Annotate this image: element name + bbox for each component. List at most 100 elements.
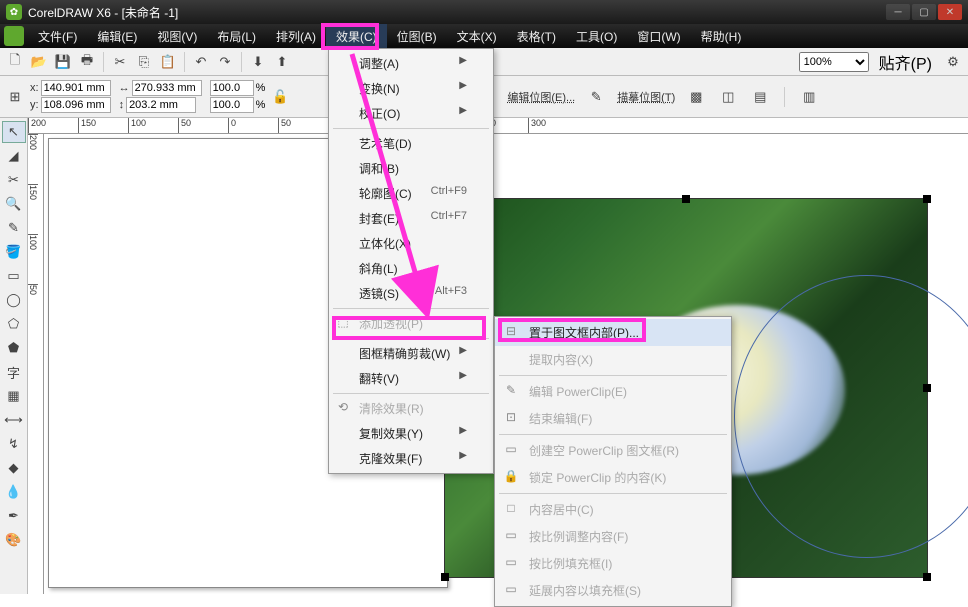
- menu-table[interactable]: 表格(T): [507, 24, 566, 49]
- snap-label[interactable]: 贴齐(P): [879, 50, 932, 74]
- menu-edit[interactable]: 编辑(E): [87, 24, 147, 49]
- cut-button[interactable]: ✂: [109, 51, 131, 73]
- selection-handle[interactable]: [923, 384, 931, 392]
- effects-dropdown: 调整(A)▶变换(N)▶校正(O)▶ 艺术笔(D)调和(B)轮廓图(C)Ctrl+…: [328, 48, 494, 474]
- freehand-tool[interactable]: ✎: [2, 217, 26, 239]
- save-button[interactable]: 💾: [52, 51, 74, 73]
- vertical-ruler: 20015010050: [28, 134, 44, 594]
- connector-tool[interactable]: ↯: [2, 433, 26, 455]
- crop-tool[interactable]: ✂: [2, 169, 26, 191]
- selection-handle[interactable]: [923, 573, 931, 581]
- app-logo-icon: ✿: [6, 4, 22, 20]
- menuitem[interactable]: 校正(O)▶: [329, 101, 493, 126]
- menuitem[interactable]: 透镜(S)Alt+F3: [329, 281, 493, 306]
- menuitem[interactable]: 变换(N)▶: [329, 76, 493, 101]
- horizontal-ruler: 20015010050050100150200250300: [28, 118, 968, 134]
- print-button[interactable]: 🖶: [76, 51, 98, 73]
- x-input[interactable]: [41, 80, 111, 96]
- options-button[interactable]: ⚙: [942, 51, 964, 73]
- toolbox: ↖ ◢ ✂ 🔍 ✎ 🪣 ▭ ◯ ⬠ ⬟ 字 ▦ ⟷ ↯ ◆ 💧 ✒ 🎨: [0, 118, 28, 594]
- polygon-tool[interactable]: ⬠: [2, 313, 26, 335]
- table-tool[interactable]: ▦: [2, 385, 26, 407]
- submenuitem: ✎编辑 PowerClip(E): [495, 378, 731, 405]
- menuitem[interactable]: 斜角(L): [329, 256, 493, 281]
- eyedropper-tool[interactable]: 💧: [2, 481, 26, 503]
- selection-handle[interactable]: [682, 195, 690, 203]
- outline-tool[interactable]: ✒: [2, 505, 26, 527]
- menu-tools[interactable]: 工具(O): [566, 24, 627, 49]
- menu-bar: 文件(F) 编辑(E) 视图(V) 布局(L) 排列(A) 效果(C) 位图(B…: [0, 24, 968, 48]
- menu-view[interactable]: 视图(V): [147, 24, 207, 49]
- submenuitem[interactable]: ⊟置于图文框内部(P)...: [495, 319, 731, 346]
- width-input[interactable]: [132, 80, 202, 96]
- menu-arrange[interactable]: 排列(A): [266, 24, 326, 49]
- w-icon: ↔: [119, 82, 130, 94]
- menu-window[interactable]: 窗口(W): [627, 24, 690, 49]
- submenuitem: ⊡结束编辑(F): [495, 405, 731, 432]
- submenuitem: 🔒锁定 PowerClip 的内容(K): [495, 464, 731, 491]
- new-button[interactable]: 🗋: [4, 51, 26, 73]
- edit-bitmap-link[interactable]: 编辑位图(E)...: [507, 89, 575, 105]
- menuitem[interactable]: 克隆效果(F)▶: [329, 446, 493, 471]
- paste-button[interactable]: 📋: [157, 51, 179, 73]
- h-icon: ↕: [119, 99, 125, 111]
- import-button[interactable]: ⬇: [247, 51, 269, 73]
- copy-button[interactable]: ⎘: [133, 51, 155, 73]
- bmp-tool-4[interactable]: ▥: [798, 86, 820, 108]
- bmp-tool-1[interactable]: ▩: [685, 86, 707, 108]
- menuitem[interactable]: 轮廓图(C)Ctrl+F9: [329, 181, 493, 206]
- basic-shapes-tool[interactable]: ⬟: [2, 337, 26, 359]
- bmp-tool-2[interactable]: ◫: [717, 86, 739, 108]
- lock-ratio-button[interactable]: 🔓: [269, 86, 291, 108]
- submenuitem: ▭按比例调整内容(F): [495, 523, 731, 550]
- menuitem[interactable]: 复制效果(Y)▶: [329, 421, 493, 446]
- height-input[interactable]: [126, 97, 196, 113]
- pick-tool[interactable]: ↖: [2, 121, 26, 143]
- menu-layout[interactable]: 布局(L): [207, 24, 266, 49]
- menuitem[interactable]: 艺术笔(D): [329, 131, 493, 156]
- interactive-tool[interactable]: ◆: [2, 457, 26, 479]
- scale-y-input[interactable]: [210, 97, 254, 113]
- text-tool[interactable]: 字: [2, 361, 26, 383]
- selection-handle[interactable]: [923, 195, 931, 203]
- menu-file[interactable]: 文件(F): [28, 24, 87, 49]
- menu-text[interactable]: 文本(X): [447, 24, 507, 49]
- maximize-button[interactable]: ▢: [912, 4, 936, 20]
- menuitem[interactable]: 翻转(V)▶: [329, 366, 493, 391]
- window-title: CorelDRAW X6 - [未命名 -1]: [28, 4, 178, 21]
- redo-button[interactable]: ↷: [214, 51, 236, 73]
- fill-tool[interactable]: 🎨: [2, 529, 26, 551]
- bmp-tool-3[interactable]: ▤: [749, 86, 771, 108]
- menu-help[interactable]: 帮助(H): [691, 24, 752, 49]
- rectangle-tool[interactable]: ▭: [2, 265, 26, 287]
- menuitem[interactable]: 立体化(X): [329, 231, 493, 256]
- zoom-tool[interactable]: 🔍: [2, 193, 26, 215]
- menu-bitmap[interactable]: 位图(B): [387, 24, 447, 49]
- open-button[interactable]: 📂: [28, 51, 50, 73]
- zoom-select[interactable]: 100%: [799, 52, 869, 72]
- selection-handle[interactable]: [441, 573, 449, 581]
- submenuitem: 提取内容(X): [495, 346, 731, 373]
- powerclip-submenu: ⊟置于图文框内部(P)...提取内容(X) ✎编辑 PowerClip(E)⊡结束…: [494, 316, 732, 607]
- undo-button[interactable]: ↶: [190, 51, 212, 73]
- menuitem[interactable]: 图框精确剪裁(W)▶: [329, 341, 493, 366]
- submenuitem: ▭按比例填充框(I): [495, 550, 731, 577]
- close-button[interactable]: ✕: [938, 4, 962, 20]
- ellipse-shape[interactable]: [734, 275, 968, 559]
- smart-fill-tool[interactable]: 🪣: [2, 241, 26, 263]
- trace-bitmap-link[interactable]: 描摹位图(T): [617, 89, 675, 105]
- minimize-button[interactable]: ─: [886, 4, 910, 20]
- y-input[interactable]: [41, 97, 111, 113]
- export-button[interactable]: ⬆: [271, 51, 293, 73]
- menuitem[interactable]: 封套(E)Ctrl+F7: [329, 206, 493, 231]
- ellipse-tool[interactable]: ◯: [2, 289, 26, 311]
- scale-x-input[interactable]: [210, 80, 254, 96]
- trace-bitmap-icon[interactable]: ✎: [585, 86, 607, 108]
- shape-tool[interactable]: ◢: [2, 145, 26, 167]
- menu-effects[interactable]: 效果(C): [326, 24, 387, 49]
- menuitem[interactable]: 调整(A)▶: [329, 51, 493, 76]
- submenuitem: ▭延展内容以填充框(S): [495, 577, 731, 604]
- menuitem[interactable]: 调和(B): [329, 156, 493, 181]
- dimension-tool[interactable]: ⟷: [2, 409, 26, 431]
- menuitem: ⬚添加透视(P): [329, 311, 493, 336]
